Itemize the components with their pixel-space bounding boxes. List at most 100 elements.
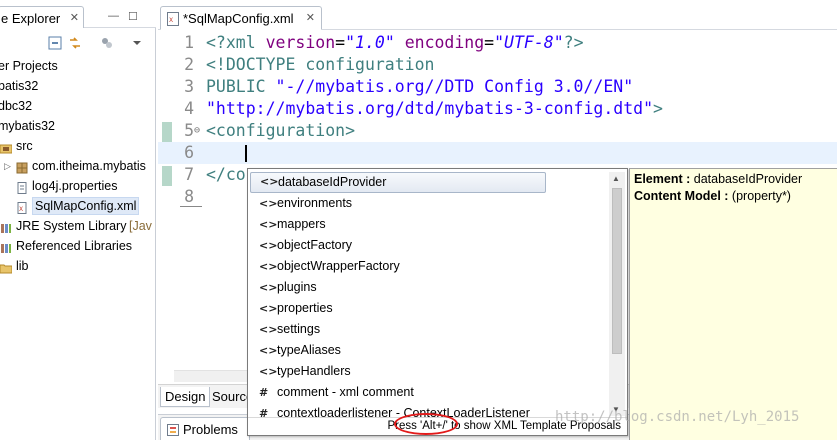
proposal-item[interactable]: <> plugins bbox=[250, 277, 608, 298]
proposal-label: settings bbox=[277, 322, 321, 336]
project-tree: er Projects batis32 dbc32 mybatis32 src ▷ com.… bbox=[0, 56, 156, 276]
tree-item-label: batis32 bbox=[0, 79, 39, 93]
tree-item[interactable]: mybatis32 bbox=[0, 116, 156, 136]
proposal-item[interactable]: <> objectFactory bbox=[250, 235, 608, 256]
view-menu-icon[interactable] bbox=[130, 36, 144, 50]
proposal-scrollbar[interactable]: ▲ ▼ bbox=[609, 172, 625, 416]
code-token: "1.0" bbox=[345, 33, 395, 52]
editor-tab-sqlmapconfig[interactable]: X *SqlMapConfig.xml ✕ bbox=[160, 6, 322, 30]
code-token: "http://mybatis.org/dtd/mybatis-3-config… bbox=[206, 99, 654, 118]
tree-item[interactable]: batis32 bbox=[0, 76, 156, 96]
tree-item-label: SqlMapConfig.xml bbox=[32, 197, 140, 215]
code-token: = bbox=[484, 33, 495, 52]
line-number: 3 bbox=[184, 77, 194, 96]
element-tag-icon: <> bbox=[259, 365, 278, 378]
code-token: ?> bbox=[563, 33, 584, 52]
element-tag-icon: <> bbox=[259, 281, 278, 294]
close-icon[interactable]: ✕ bbox=[306, 11, 315, 24]
proposal-item[interactable]: <> typeHandlers bbox=[250, 361, 608, 382]
code-token: <?xml bbox=[206, 33, 266, 52]
element-tag-icon: <> bbox=[259, 218, 278, 231]
tab-design[interactable]: Design bbox=[160, 387, 211, 407]
proposal-label: typeHandlers bbox=[277, 364, 351, 378]
problems-icon bbox=[167, 424, 179, 436]
highlight-annotation bbox=[394, 413, 458, 435]
explorer-tab[interactable]: e Explorer ✕ bbox=[0, 6, 84, 28]
code-token: <!DOCTYPE configuration bbox=[206, 55, 435, 74]
code-line[interactable]: 4 "http://mybatis.org/dtd/mybatis-3-confi… bbox=[158, 98, 837, 120]
tree-item[interactable]: Referenced Libraries bbox=[0, 236, 156, 256]
tree-item[interactable]: log4j.properties bbox=[0, 176, 156, 196]
code-token: = bbox=[335, 33, 346, 52]
tree-item-label: er Projects bbox=[0, 59, 58, 73]
tree-item-label: dbc32 bbox=[0, 99, 33, 113]
proposal-item[interactable]: <> environments bbox=[250, 193, 608, 214]
code-token: version bbox=[265, 33, 336, 52]
tree-item-label: JRE System Library bbox=[16, 219, 127, 233]
proposal-item[interactable]: <> settings bbox=[250, 319, 608, 340]
editor-tabbar: X *SqlMapConfig.xml ✕ bbox=[158, 0, 837, 30]
svg-text:X: X bbox=[19, 206, 23, 213]
element-label: Element : bbox=[634, 172, 691, 186]
fold-icon[interactable]: ⊖ bbox=[194, 120, 200, 142]
line-number: 6 bbox=[184, 143, 194, 162]
tree-item-label: Referenced Libraries bbox=[16, 239, 133, 253]
proposal-item[interactable]: <> properties bbox=[250, 298, 608, 319]
maximize-icon[interactable]: ☐ bbox=[128, 10, 138, 23]
code-token: "UTF-8" bbox=[494, 33, 564, 52]
close-icon[interactable]: ✕ bbox=[70, 11, 79, 24]
scroll-up-icon[interactable]: ▲ bbox=[612, 174, 620, 183]
proposal-item[interactable]: # comment - xml comment bbox=[250, 382, 608, 403]
tree-item[interactable]: JRE System Library [Jav bbox=[0, 216, 156, 236]
content-model-value: (property*) bbox=[731, 189, 791, 203]
scroll-thumb[interactable] bbox=[612, 188, 622, 354]
editor-tab-label: *SqlMapConfig.xml bbox=[183, 11, 294, 26]
expand-arrow-icon[interactable]: ▷ bbox=[4, 156, 16, 171]
proposal-info-panel: Element : databaseIdProvider Content Mod… bbox=[629, 168, 837, 440]
explorer-tab-label: e Explorer bbox=[1, 11, 61, 26]
proposal-label: plugins bbox=[277, 280, 317, 294]
tree-item[interactable]: er Projects bbox=[0, 56, 156, 76]
tree-item[interactable]: dbc32 bbox=[0, 96, 156, 116]
tree-item[interactable]: ▷ com.itheima.mybatis bbox=[0, 156, 156, 176]
code-line[interactable]: 5 ⊖ <configuration> bbox=[158, 120, 837, 142]
element-tag-icon: <> bbox=[259, 260, 278, 273]
code-text: <configuration> bbox=[206, 120, 355, 142]
code-token: PUBLIC bbox=[206, 77, 276, 96]
folder-icon bbox=[0, 260, 13, 274]
tree-item[interactable]: X SqlMapConfig.xml bbox=[0, 196, 156, 216]
proposal-item[interactable]: <> objectWrapperFactory bbox=[250, 256, 608, 277]
element-tag-icon: <> bbox=[259, 239, 278, 252]
explorer-tabbar: e Explorer ✕ — ☐ bbox=[0, 0, 156, 28]
collapse-all-icon[interactable] bbox=[48, 36, 62, 50]
explorer-toolbar bbox=[0, 30, 156, 54]
view-options-icon[interactable] bbox=[100, 36, 114, 50]
code-token: > bbox=[653, 99, 663, 118]
package-explorer: e Explorer ✕ — ☐ er Projects batis32 dbc32… bbox=[0, 0, 156, 440]
template-icon: # bbox=[259, 407, 269, 418]
package-icon bbox=[16, 160, 28, 174]
code-token: <configuration> bbox=[206, 121, 356, 140]
link-with-editor-icon[interactable] bbox=[68, 36, 82, 50]
code-token: </co bbox=[206, 165, 246, 184]
tab-problems[interactable]: Problems bbox=[160, 417, 250, 440]
code-line[interactable]: 2 <!DOCTYPE configuration bbox=[158, 54, 837, 76]
code-text: <!DOCTYPE configuration bbox=[206, 54, 434, 76]
scroll-down-icon[interactable]: ▼ bbox=[612, 405, 620, 414]
line-number: 7 bbox=[184, 165, 194, 184]
code-line[interactable]: 1 <?xml version="1.0" encoding="UTF-8"?> bbox=[158, 32, 837, 54]
minimize-icon[interactable]: — bbox=[108, 10, 119, 22]
proposal-item[interactable]: <> mappers bbox=[250, 214, 608, 235]
tree-item[interactable]: lib bbox=[0, 256, 156, 276]
proposal-item[interactable]: <> databaseIdProvider bbox=[250, 172, 546, 193]
proposal-item[interactable]: <> typeAliases bbox=[250, 340, 608, 361]
line-number: 1 bbox=[184, 33, 194, 52]
proposal-label: databaseIdProvider bbox=[278, 175, 387, 189]
code-line[interactable]: 3 PUBLIC "-//mybatis.org//DTD Config 3.0/… bbox=[158, 76, 837, 98]
template-icon: # bbox=[259, 386, 269, 399]
element-tag-icon: <> bbox=[259, 302, 278, 315]
proposal-label: mappers bbox=[277, 217, 326, 231]
tree-item[interactable]: src bbox=[0, 136, 156, 156]
code-text: PUBLIC "-//mybatis.org//DTD Config 3.0//… bbox=[206, 76, 633, 98]
code-line[interactable]: 6 bbox=[158, 142, 837, 164]
